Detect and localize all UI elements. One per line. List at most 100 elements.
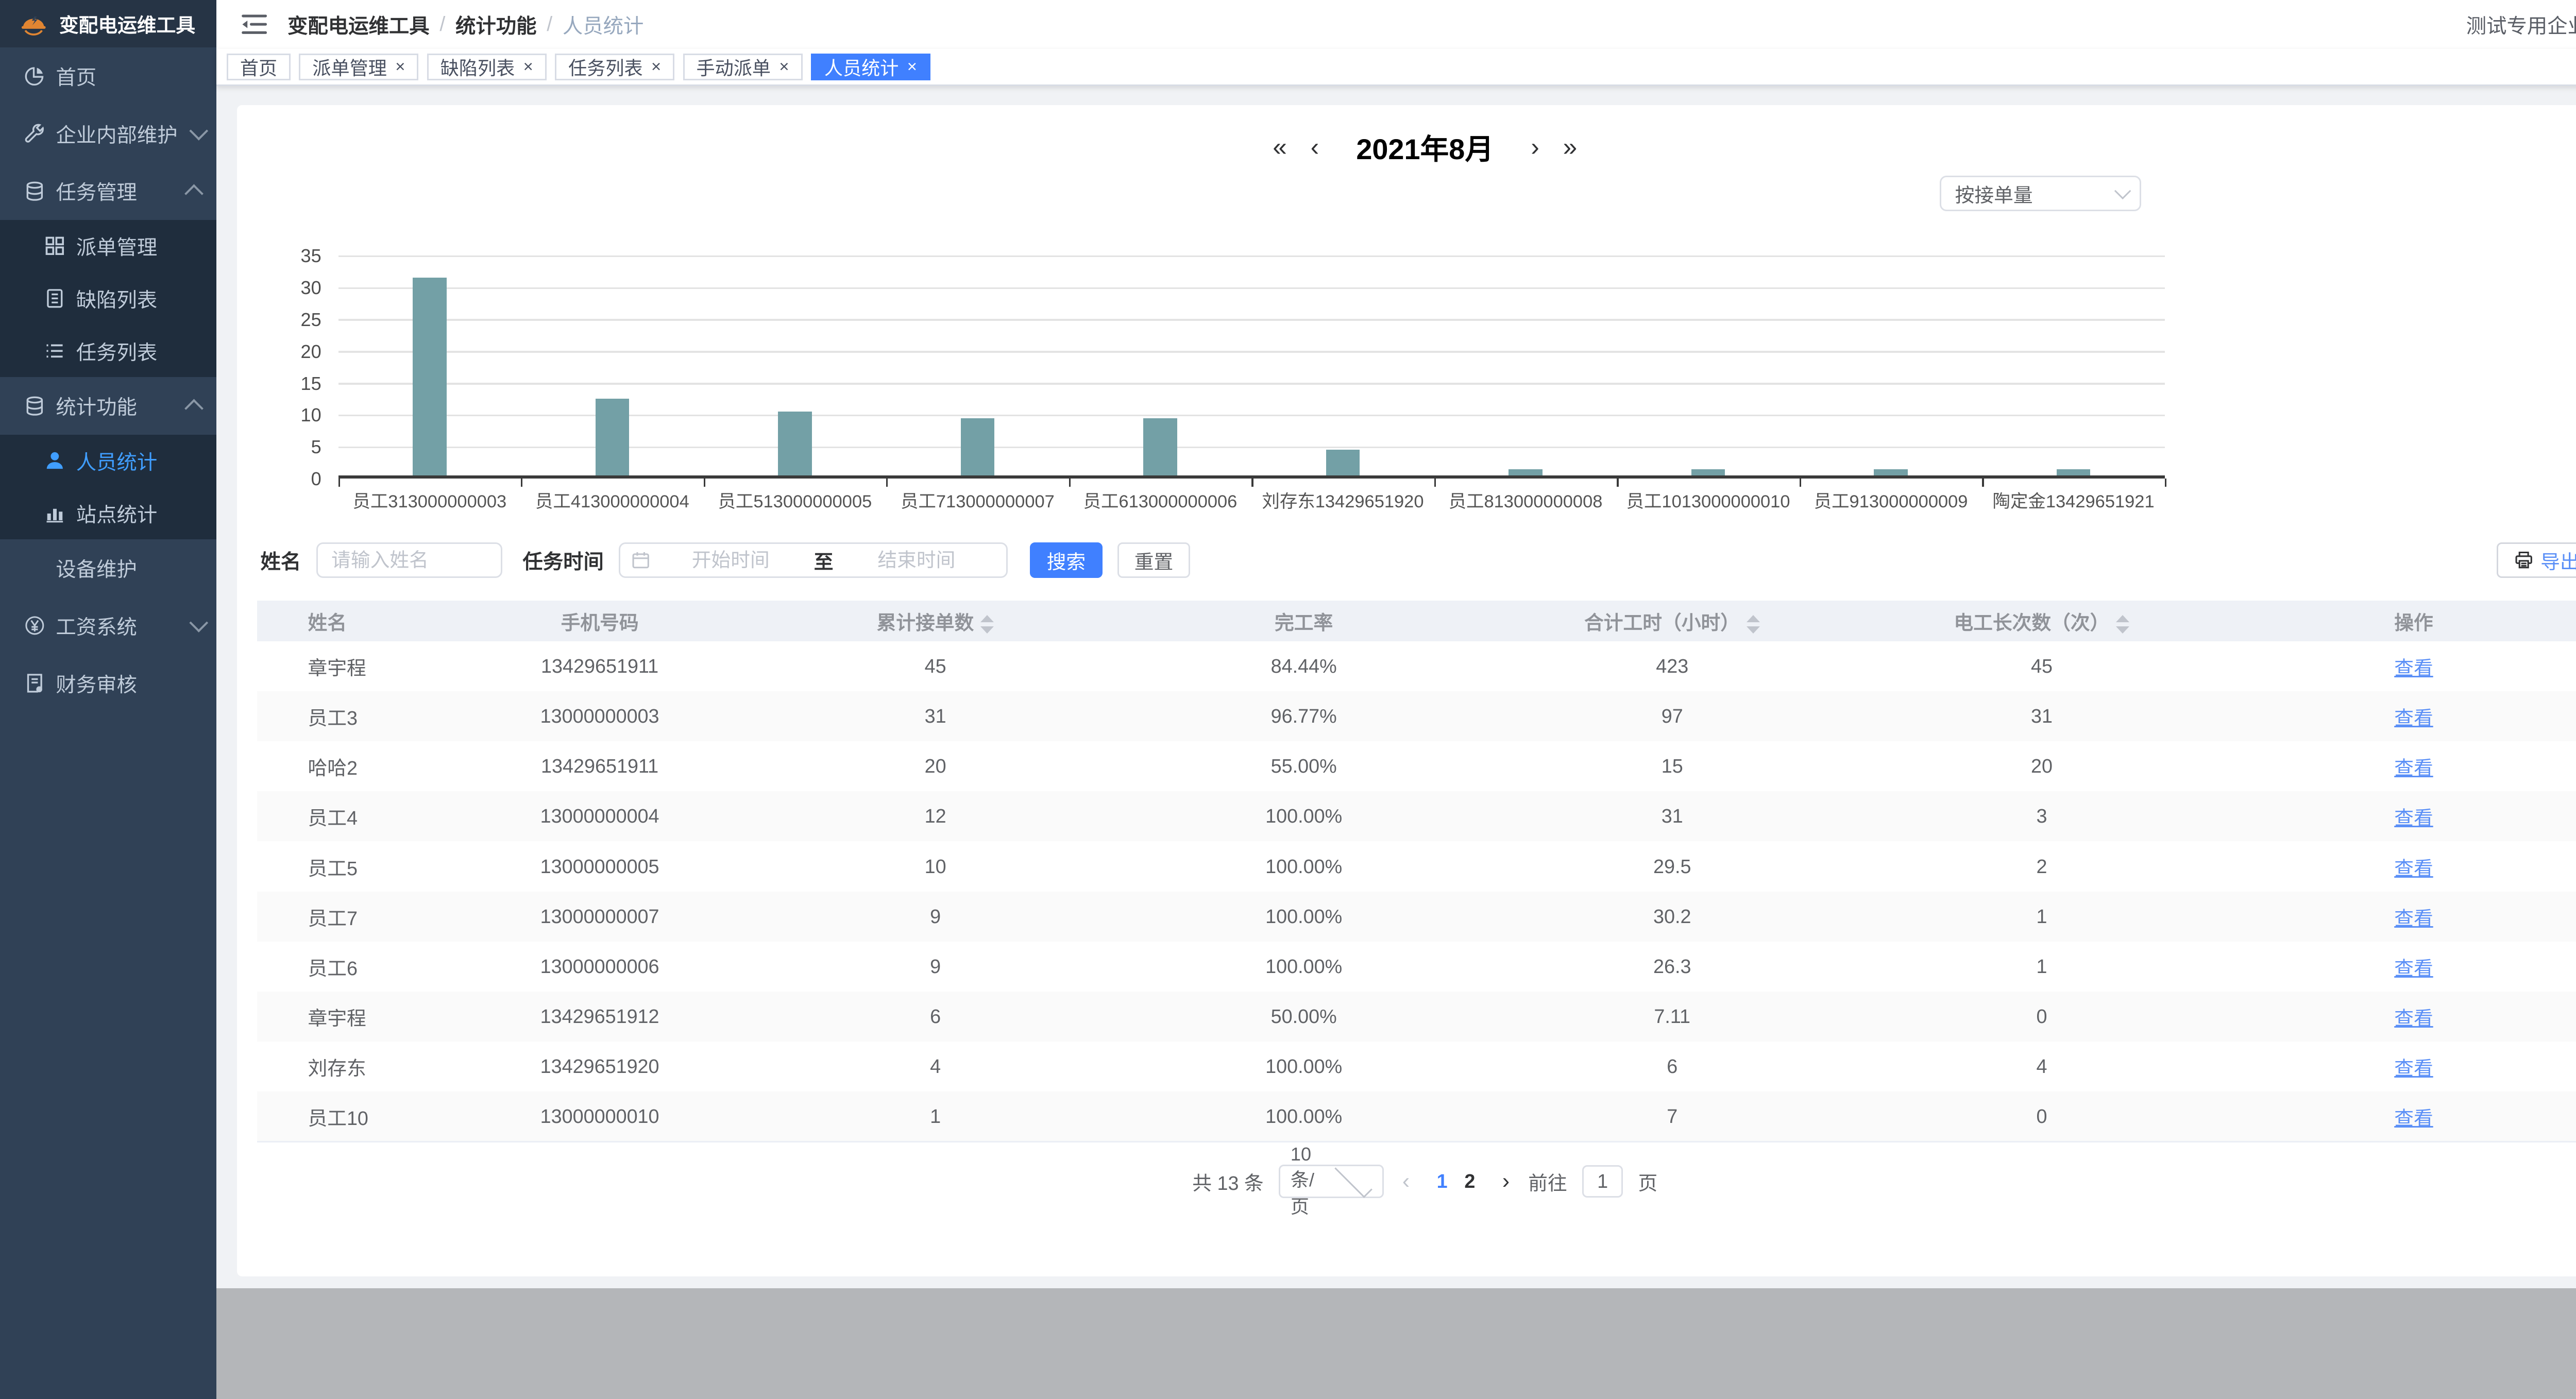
tab-人员统计[interactable]: 人员统计×: [811, 54, 930, 81]
sidebar-item-enterprise-maintain[interactable]: 企业内部维护: [0, 105, 216, 163]
view-link[interactable]: 查看: [2394, 707, 2433, 729]
tab-派单管理[interactable]: 派单管理×: [299, 54, 418, 81]
view-link[interactable]: 查看: [2394, 657, 2433, 679]
sidebar-item-home[interactable]: 首页: [0, 47, 216, 105]
tab-缺陷列表[interactable]: 缺陷列表×: [427, 54, 547, 81]
sidebar-item-station-statistics[interactable]: 站点统计: [0, 487, 216, 539]
sidebar-item-label: 站点统计: [76, 499, 203, 528]
cell-phone: 13429651912: [444, 992, 755, 1042]
sort-carets-icon[interactable]: [980, 615, 994, 634]
column-header-电工长次数（次）[interactable]: 电工长次数（次）: [1852, 601, 2231, 641]
cell-leader-count: 0: [1852, 992, 2231, 1042]
view-link[interactable]: 查看: [2394, 1057, 2433, 1079]
name-input[interactable]: [316, 542, 502, 578]
metric-select[interactable]: 按接单量: [1940, 176, 2141, 211]
x-axis-tick: [338, 479, 340, 487]
view-link[interactable]: 查看: [2394, 858, 2433, 879]
cell-completion-rate: 100.00%: [1115, 1042, 1492, 1091]
cell-completion-rate: 100.00%: [1115, 791, 1492, 841]
bar-员工613000000006: [1143, 418, 1177, 475]
company-dropdown[interactable]: 测试专用企业: [2466, 10, 2576, 39]
view-link[interactable]: 查看: [2394, 807, 2433, 829]
app-title: 变配电运维工具: [59, 9, 195, 38]
sidebar-item-task-list[interactable]: 任务列表: [0, 325, 216, 377]
page-number-2[interactable]: 2: [1456, 1170, 1484, 1192]
sidebar-item-device-maintain[interactable]: 设备维护: [0, 539, 216, 597]
tab-任务列表[interactable]: 任务列表×: [555, 54, 674, 81]
prev-page-button[interactable]: ‹: [1399, 1169, 1413, 1194]
sort-asc-icon[interactable]: [980, 615, 994, 622]
cell-name: 员工10: [257, 1091, 444, 1141]
prev-month-button[interactable]: ‹: [1311, 134, 1319, 160]
view-link[interactable]: 查看: [2394, 908, 2433, 929]
hamburger-icon[interactable]: [242, 13, 267, 36]
close-icon[interactable]: ×: [907, 58, 917, 75]
close-icon[interactable]: ×: [651, 58, 661, 75]
view-link[interactable]: 查看: [2394, 958, 2433, 979]
cell-leader-count: 45: [1852, 641, 2231, 691]
sidebar-item-salary-system[interactable]: 工资系统: [0, 597, 216, 655]
search-button[interactable]: 搜索: [1030, 542, 1103, 578]
sidebar-menu: 首页企业内部维护任务管理派单管理缺陷列表任务列表统计功能人员统计站点统计设备维护…: [0, 47, 216, 1399]
x-axis-tick: [886, 479, 888, 487]
sidebar-item-dispatch-management[interactable]: 派单管理: [0, 220, 216, 272]
next-year-button[interactable]: »: [1563, 134, 1577, 160]
cell-order-count: 10: [755, 841, 1115, 891]
app-window: 变配电运维工具 首页企业内部维护任务管理派单管理缺陷列表任务列表统计功能人员统计…: [0, 0, 2576, 1399]
content-area: « ‹ 2021年8月 › » 按接单量 05101520253: [216, 86, 2576, 1288]
view-link[interactable]: 查看: [2394, 1008, 2433, 1029]
start-time-input[interactable]: [651, 549, 810, 571]
tab-首页[interactable]: 首页: [227, 54, 291, 81]
tab-手动派单[interactable]: 手动派单×: [683, 54, 803, 81]
x-axis-category-label: 员工713000000007: [886, 487, 1069, 513]
x-axis-tick: [1434, 479, 1436, 487]
column-header-累计接单数[interactable]: 累计接单数: [755, 601, 1115, 641]
end-time-input[interactable]: [837, 549, 996, 571]
breadcrumb-section[interactable]: 统计功能: [455, 10, 537, 39]
close-icon[interactable]: ×: [523, 58, 533, 75]
close-icon[interactable]: ×: [779, 58, 789, 75]
date-range-input[interactable]: 至: [619, 542, 1008, 578]
sort-asc-icon[interactable]: [1747, 615, 1760, 622]
page-number-1[interactable]: 1: [1428, 1170, 1456, 1192]
sidebar-item-personnel-statistics[interactable]: 人员统计: [0, 435, 216, 487]
sort-desc-icon[interactable]: [1747, 626, 1760, 634]
column-header-合计工时（小时）[interactable]: 合计工时（小时）: [1492, 601, 1852, 641]
next-page-button[interactable]: ›: [1499, 1169, 1513, 1194]
sort-carets-icon[interactable]: [2116, 615, 2129, 634]
x-axis-category-label: 陶定金13429651921: [1982, 487, 2165, 513]
prev-year-button[interactable]: «: [1273, 134, 1286, 160]
cell-name: 哈哈2: [257, 741, 444, 791]
navbar: 变配电运维工具 / 统计功能 / 人员统计 测试专用企业: [216, 0, 2576, 49]
sidebar-item-label: 人员统计: [76, 446, 203, 475]
sidebar-item-finance-audit[interactable]: 财务审核: [0, 654, 216, 712]
y-axis-tick-label: 0: [240, 468, 321, 490]
personnel-table: 姓名手机号码累计接单数完工率合计工时（小时）电工长次数（次）操作 章宇程1342…: [257, 601, 2576, 1142]
sidebar-item-task-management[interactable]: 任务管理: [0, 162, 216, 220]
export-button[interactable]: 导出: [2497, 542, 2576, 578]
document-icon: [44, 287, 66, 310]
view-link[interactable]: 查看: [2394, 757, 2433, 779]
sidebar-item-statistics[interactable]: 统计功能: [0, 377, 216, 435]
x-axis-tick: [1069, 479, 1071, 487]
app-logo: 变配电运维工具: [0, 0, 216, 47]
sidebar-item-defect-list[interactable]: 缺陷列表: [0, 272, 216, 325]
sort-desc-icon[interactable]: [980, 626, 994, 634]
cell-total-hours: 6: [1492, 1042, 1852, 1091]
page-size-select[interactable]: 10条/页: [1279, 1165, 1384, 1199]
sidebar-item-label: 企业内部维护: [56, 119, 189, 148]
sort-asc-icon[interactable]: [2116, 615, 2129, 622]
next-month-button[interactable]: ›: [1531, 134, 1539, 160]
cell-total-hours: 423: [1492, 641, 1852, 691]
cell-completion-rate: 84.44%: [1115, 641, 1492, 691]
sort-carets-icon[interactable]: [1747, 615, 1760, 634]
sort-desc-icon[interactable]: [2116, 626, 2129, 634]
goto-page-input[interactable]: [1582, 1165, 1623, 1197]
breadcrumb-root[interactable]: 变配电运维工具: [287, 10, 430, 39]
cell-actions: 查看: [2231, 992, 2576, 1042]
view-link[interactable]: 查看: [2394, 1107, 2433, 1129]
close-icon[interactable]: ×: [395, 58, 405, 75]
table-row: 员工10130000000101100.00%70查看: [257, 1091, 2576, 1141]
sidebar-item-label: 统计功能: [56, 391, 189, 420]
reset-button[interactable]: 重置: [1117, 542, 1190, 578]
